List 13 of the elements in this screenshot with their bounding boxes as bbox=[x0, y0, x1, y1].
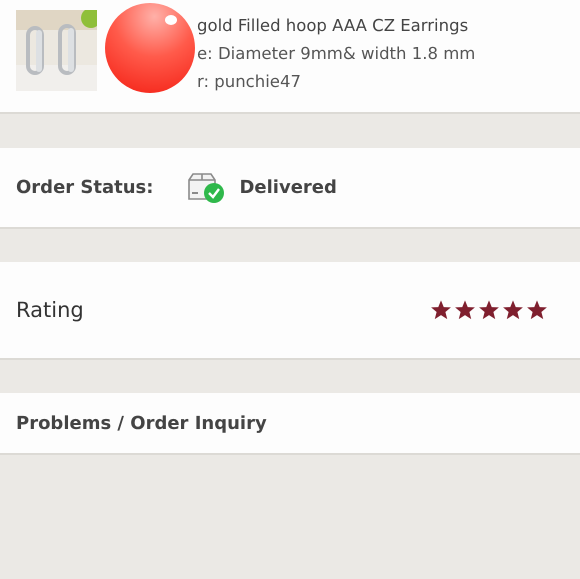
star-icon bbox=[502, 299, 524, 321]
star-icon bbox=[478, 299, 500, 321]
item-detail: r: punchie47 bbox=[197, 71, 302, 93]
star-icon bbox=[526, 299, 548, 321]
star-icon bbox=[430, 299, 452, 321]
order-status-label: Order Status: bbox=[16, 177, 154, 198]
item-detail: e: Diameter 9mm& width 1.8 mm bbox=[197, 43, 476, 65]
order-status-value: Delivered bbox=[239, 177, 337, 198]
star-icon bbox=[454, 299, 476, 321]
item-title: gold Filled hoop AAA CZ Earrings bbox=[197, 15, 470, 37]
order-inquiry-link[interactable]: Problems / Order Inquiry bbox=[16, 412, 267, 434]
delivered-box-icon bbox=[187, 172, 226, 204]
rating-label: Rating bbox=[16, 298, 84, 322]
